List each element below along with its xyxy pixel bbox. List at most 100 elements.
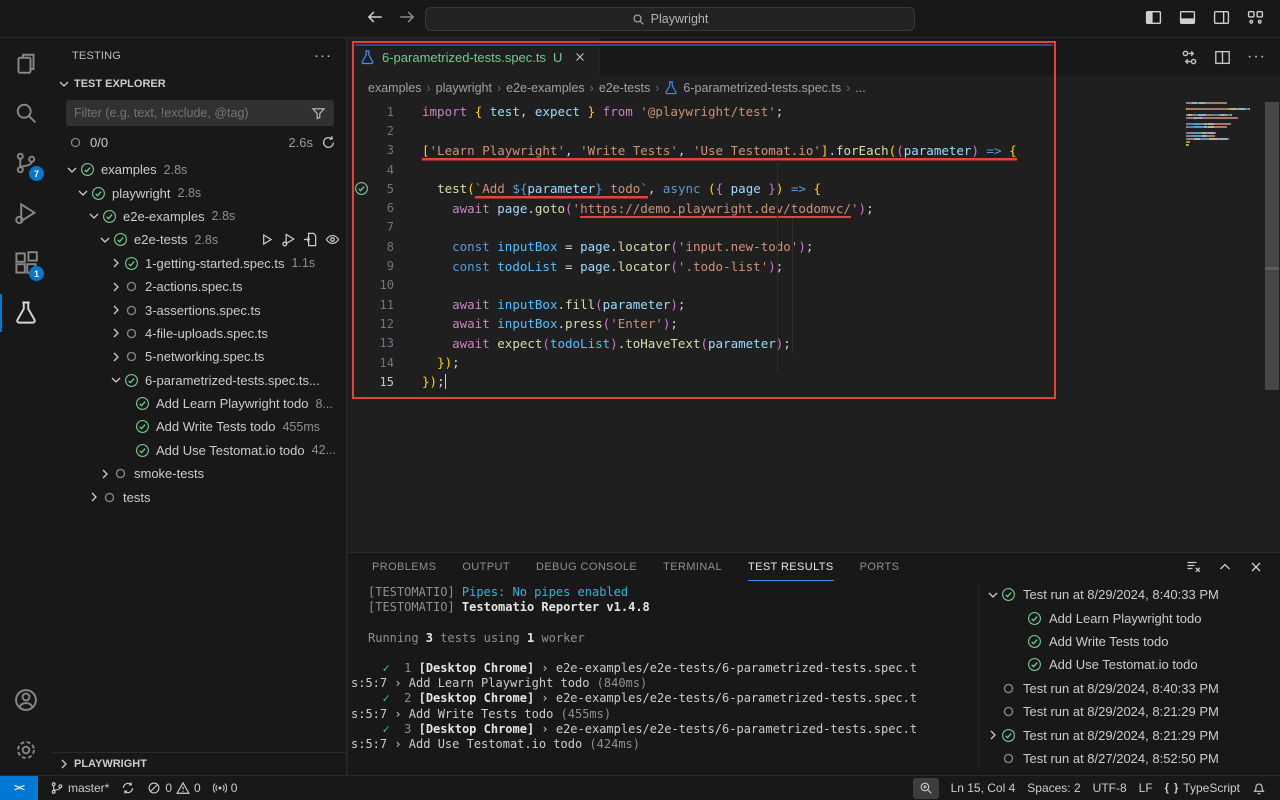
- test-tree-item[interactable]: Add Learn Playwright todo 8...: [52, 392, 346, 415]
- back-icon[interactable]: [366, 8, 384, 26]
- test-tree-item[interactable]: 4-file-uploads.spec.ts: [52, 322, 346, 345]
- chevron-right-icon[interactable]: [108, 279, 124, 295]
- activity-files[interactable]: [0, 38, 52, 88]
- test-run-item[interactable]: Test run at 8/29/2024, 8:21:29 PM: [985, 700, 1280, 723]
- activity-account[interactable]: [0, 675, 52, 725]
- chevron-right-icon[interactable]: [108, 255, 124, 271]
- chevron-right-icon[interactable]: [97, 466, 113, 482]
- playwright-section-header[interactable]: PLAYWRIGHT: [52, 752, 346, 775]
- panel-right-icon[interactable]: [1213, 9, 1230, 26]
- chevron-down-icon[interactable]: [75, 185, 91, 201]
- breadcrumb-item[interactable]: e2e-examples: [506, 81, 585, 95]
- chevron-right-icon[interactable]: [108, 349, 124, 365]
- command-center-search[interactable]: Playwright: [425, 7, 915, 31]
- code-line[interactable]: 13 await expect(todoList).toHaveText(par…: [348, 334, 1280, 353]
- test-run-item[interactable]: Test run at 8/27/2024, 8:52:50 PM: [985, 747, 1280, 770]
- filter-icon[interactable]: [311, 106, 326, 121]
- breadcrumb-item[interactable]: e2e-tests: [599, 81, 650, 95]
- status-item[interactable]: LF: [1133, 776, 1159, 800]
- editor-scrollbar[interactable]: [1265, 102, 1279, 390]
- status-item[interactable]: Ln 15, Col 4: [945, 776, 1022, 800]
- open-changes-icon[interactable]: [1181, 49, 1198, 66]
- chevron-right-icon[interactable]: [985, 727, 1001, 743]
- panel-tab-terminal[interactable]: TERMINAL: [663, 553, 722, 581]
- panel-left-icon[interactable]: [1145, 9, 1162, 26]
- debug-run-icon[interactable]: [281, 232, 296, 247]
- test-tree-item[interactable]: e2e-tests 2.8s: [52, 228, 346, 251]
- play-icon[interactable]: [259, 232, 274, 247]
- code-line[interactable]: 12 await inputBox.press('Enter');: [348, 314, 1280, 333]
- test-run-item[interactable]: Add Use Testomat.io todo: [985, 653, 1280, 676]
- test-tree-item[interactable]: e2e-examples 2.8s: [52, 205, 346, 228]
- activity-scm[interactable]: 7: [0, 138, 52, 188]
- panel-tab-test-results[interactable]: TEST RESULTS: [748, 553, 834, 581]
- more-actions-icon[interactable]: ···: [1247, 48, 1266, 66]
- activity-debug[interactable]: [0, 188, 52, 238]
- test-explorer-section-header[interactable]: TEST EXPLORER: [52, 73, 346, 95]
- breadcrumb[interactable]: examples›playwright›e2e-examples›e2e-tes…: [348, 76, 1280, 100]
- code-line[interactable]: 14 });: [348, 353, 1280, 372]
- status-item[interactable]: [1246, 776, 1272, 800]
- more-actions-icon[interactable]: ···: [314, 47, 332, 64]
- status-item[interactable]: UTF-8: [1087, 776, 1133, 800]
- test-passed-gutter-icon[interactable]: [354, 181, 369, 196]
- status-item[interactable]: Spaces: 2: [1021, 776, 1086, 800]
- status-item[interactable]: master*: [44, 776, 115, 800]
- test-run-item[interactable]: Test run at 8/29/2024, 8:21:29 PM: [985, 723, 1280, 746]
- chevron-down-icon[interactable]: [86, 208, 102, 224]
- test-tree-item[interactable]: 1-getting-started.spec.ts 1.1s: [52, 252, 346, 275]
- panel-tab-ports[interactable]: PORTS: [860, 553, 900, 581]
- tab-6-parametrized-tests[interactable]: 6-parametrized-tests.spec.ts U: [348, 38, 600, 76]
- test-run-item[interactable]: Test run at 8/29/2024, 8:40:33 PM: [985, 677, 1280, 700]
- panel-tab-problems[interactable]: PROBLEMS: [372, 553, 436, 581]
- status-item[interactable]: [115, 776, 141, 800]
- breadcrumb-item[interactable]: playwright: [436, 81, 492, 95]
- code-line[interactable]: 8 const inputBox = page.locator('input.n…: [348, 237, 1280, 256]
- goto-file-icon[interactable]: [303, 232, 318, 247]
- forward-icon[interactable]: [398, 8, 416, 26]
- close-icon[interactable]: [1248, 559, 1264, 575]
- refresh-icon[interactable]: [321, 135, 336, 150]
- panel-tab-debug-console[interactable]: DEBUG CONSOLE: [536, 553, 637, 581]
- test-tree-item[interactable]: 2-actions.spec.ts: [52, 275, 346, 298]
- code-line[interactable]: 9 const todoList = page.locator('.todo-l…: [348, 256, 1280, 275]
- breadcrumb-item[interactable]: ...: [855, 81, 865, 95]
- activity-beaker[interactable]: [0, 288, 52, 338]
- test-filter-input[interactable]: [74, 106, 311, 120]
- chevron-right-icon[interactable]: [108, 302, 124, 318]
- breadcrumb-item[interactable]: 6-parametrized-tests.spec.ts: [683, 81, 841, 95]
- test-results-output[interactable]: [TESTOMATIO] Pipes: No pipes enabled[TES…: [351, 585, 971, 752]
- test-run-history[interactable]: Test run at 8/29/2024, 8:40:33 PM Add Le…: [985, 583, 1280, 775]
- chevron-down-icon[interactable]: [97, 232, 113, 248]
- code-line[interactable]: 1import { test, expect } from '@playwrig…: [348, 102, 1280, 121]
- code-line[interactable]: 10: [348, 276, 1280, 295]
- code-line[interactable]: 3['Learn Playwright', 'Write Tests', 'Us…: [348, 141, 1280, 160]
- status-item[interactable]: { }TypeScript: [1159, 776, 1246, 800]
- test-tree-item[interactable]: Add Use Testomat.io todo 42...: [52, 439, 346, 462]
- remote-indicator[interactable]: ><: [0, 776, 38, 800]
- chevron-down-icon[interactable]: [64, 162, 80, 178]
- status-item[interactable]: 00: [141, 776, 206, 800]
- test-tree-item[interactable]: examples 2.8s: [52, 158, 346, 181]
- chevron-up-icon[interactable]: [1217, 559, 1233, 575]
- code-line[interactable]: 2: [348, 121, 1280, 140]
- clear-list-icon[interactable]: [1186, 559, 1202, 575]
- code-line[interactable]: 15});: [348, 372, 1280, 391]
- code-line[interactable]: 5 test(`Add ${parameter} todo`, async ({…: [348, 179, 1280, 198]
- test-tree-item[interactable]: 3-assertions.spec.ts: [52, 298, 346, 321]
- test-run-item[interactable]: Add Learn Playwright todo: [985, 606, 1280, 629]
- test-tree-item[interactable]: Add Write Tests todo 455ms: [52, 415, 346, 438]
- activity-gear[interactable]: [0, 725, 52, 775]
- chevron-right-icon[interactable]: [86, 489, 102, 505]
- code-line[interactable]: 11 await inputBox.fill(parameter);: [348, 295, 1280, 314]
- code-line[interactable]: 6 await page.goto('https://demo.playwrig…: [348, 198, 1280, 217]
- status-item[interactable]: [913, 778, 939, 799]
- layout-icon[interactable]: [1247, 9, 1264, 26]
- activity-extensions[interactable]: 1: [0, 238, 52, 288]
- code-line[interactable]: 7: [348, 218, 1280, 237]
- breadcrumb-item[interactable]: examples: [368, 81, 422, 95]
- code-line[interactable]: 4: [348, 160, 1280, 179]
- test-run-item[interactable]: Test run at 8/29/2024, 8:40:33 PM: [985, 583, 1280, 606]
- chevron-down-icon[interactable]: [985, 587, 1001, 603]
- activity-search[interactable]: [0, 88, 52, 138]
